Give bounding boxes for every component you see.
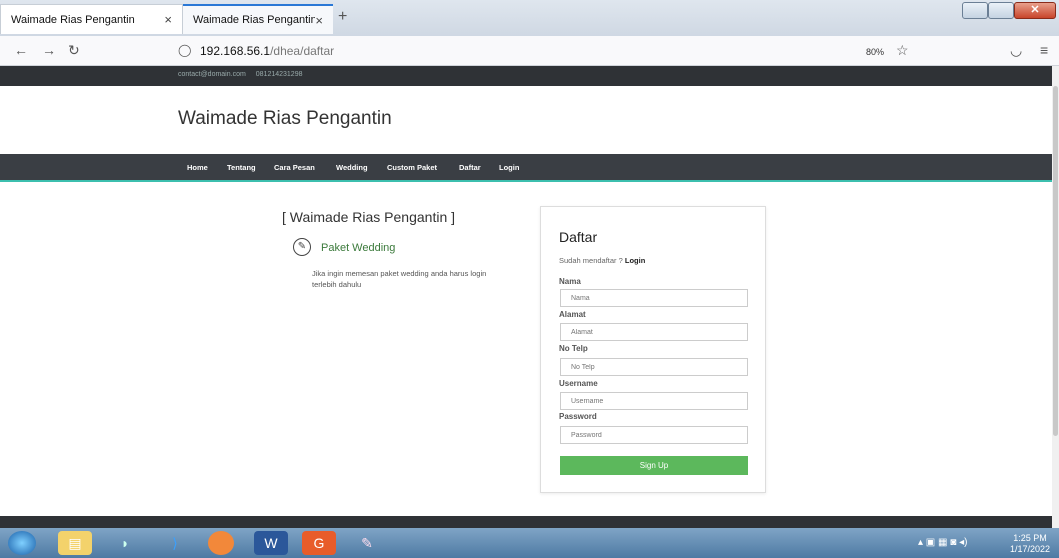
paket-wedding-link[interactable]: Paket Wedding — [321, 242, 395, 254]
browser-tab-bar: Waimade Rias Pengantin × Waimade Rias Pe… — [0, 0, 1059, 36]
start-icon[interactable] — [8, 531, 36, 555]
username-label: Username — [559, 379, 598, 388]
already-registered-label: Sudah mendaftar ? — [559, 256, 623, 265]
pocket-icon[interactable]: ◡ — [1010, 42, 1022, 59]
footer-bar — [0, 516, 1059, 528]
tab-title: Waimade Rias Pengantin — [11, 13, 135, 26]
no-telp-label: No Telp — [559, 344, 588, 353]
scrollbar[interactable] — [1052, 66, 1059, 528]
pdf-icon[interactable]: G — [302, 531, 336, 555]
wrench-icon: ✎ — [293, 238, 311, 256]
email-contact[interactable]: contact@domain.com — [178, 71, 246, 78]
paket-description: Jika ingin memesan paket wedding anda ha… — [312, 269, 487, 289]
nav-tentang[interactable]: Tentang — [227, 163, 256, 172]
url-path: /dhea/daftar — [270, 44, 335, 58]
alamat-input[interactable] — [560, 323, 748, 341]
register-form: Daftar Sudah mendaftar ? Login Nama Alam… — [540, 206, 766, 493]
window-close-button[interactable]: ✕ — [1014, 2, 1056, 19]
bookmark-star-icon[interactable]: ☆ — [896, 42, 909, 59]
no-telp-input[interactable] — [560, 358, 748, 376]
section-title: [ Waimade Rias Pengantin ] — [282, 209, 456, 225]
nav-home[interactable]: Home — [187, 163, 208, 172]
shield-icon[interactable]: ◯ — [178, 43, 191, 57]
scrollbar-thumb[interactable] — [1053, 86, 1058, 436]
system-tray-icons[interactable]: ▴ ▣ ▦ ◙ ◂) — [918, 537, 967, 548]
nav-wedding[interactable]: Wedding — [336, 163, 368, 172]
url-host: 192.168.56.1 — [200, 44, 271, 58]
date: 1/17/2022 — [1010, 544, 1051, 554]
contact-bar: contact@domain.com 081214231298 — [0, 66, 1059, 86]
maximize-button[interactable] — [988, 2, 1014, 19]
paint-icon[interactable]: ✎ — [350, 531, 384, 555]
nav-login[interactable]: Login — [499, 163, 519, 172]
clock[interactable]: 1:25 PM 1/17/2022 — [1010, 533, 1050, 555]
new-tab-button[interactable]: + — [338, 8, 347, 26]
minimize-button[interactable] — [962, 2, 988, 19]
alamat-label: Alamat — [559, 310, 586, 319]
folder-icon[interactable]: ▤ — [58, 531, 92, 555]
form-title: Daftar — [559, 229, 598, 245]
login-link[interactable]: Login — [625, 256, 645, 265]
browser-tab[interactable]: Waimade Rias Pengantin × — [0, 4, 183, 34]
nav-custom-paket[interactable]: Custom Paket — [387, 163, 437, 172]
taskbar: ▤ ◗ ⟩ W G ✎ ▴ ▣ ▦ ◙ ◂) 1:25 PM 1/17/2022 — [0, 528, 1059, 558]
word-icon[interactable]: W — [254, 531, 288, 555]
reload-icon[interactable]: ↻ — [68, 42, 80, 59]
sign-up-button[interactable]: Sign Up — [560, 456, 748, 475]
time: 1:25 PM — [1013, 533, 1047, 543]
nav-daftar[interactable]: Daftar — [459, 163, 481, 172]
app-icon[interactable]: ◗ — [108, 531, 142, 555]
site-brand[interactable]: Waimade Rias Pengantin — [178, 108, 392, 130]
close-tab-icon[interactable]: × — [315, 13, 323, 28]
tab-title: Waimade Rias Pengantin — [193, 14, 316, 26]
forward-icon[interactable]: → — [42, 42, 56, 58]
address-bar: ← → ↻ ◯ 192.168.56.1/dhea/daftar 80% ☆ ◡… — [0, 36, 1059, 66]
username-input[interactable] — [560, 392, 748, 410]
vscode-icon[interactable]: ⟩ — [158, 531, 192, 555]
already-registered-text: Sudah mendaftar ? Login — [559, 256, 645, 265]
url-field[interactable]: 192.168.56.1/dhea/daftar — [200, 44, 334, 58]
nama-label: Nama — [559, 277, 581, 286]
password-input[interactable] — [560, 426, 748, 444]
zoom-level[interactable]: 80% — [866, 47, 884, 57]
menu-icon[interactable]: ≡ — [1040, 42, 1048, 58]
firefox-icon[interactable] — [208, 531, 234, 555]
nama-input[interactable] — [560, 289, 748, 307]
back-icon[interactable]: ← — [14, 42, 28, 58]
password-label: Password — [559, 412, 597, 421]
browser-tab-active[interactable]: Waimade Rias Pengantin × — [183, 4, 333, 34]
main-nav: Home Tentang Cara Pesan Wedding Custom P… — [0, 154, 1059, 182]
phone-contact: 081214231298 — [255, 71, 303, 78]
nav-cara-pesan[interactable]: Cara Pesan — [274, 163, 315, 172]
close-tab-icon[interactable]: × — [164, 12, 172, 27]
